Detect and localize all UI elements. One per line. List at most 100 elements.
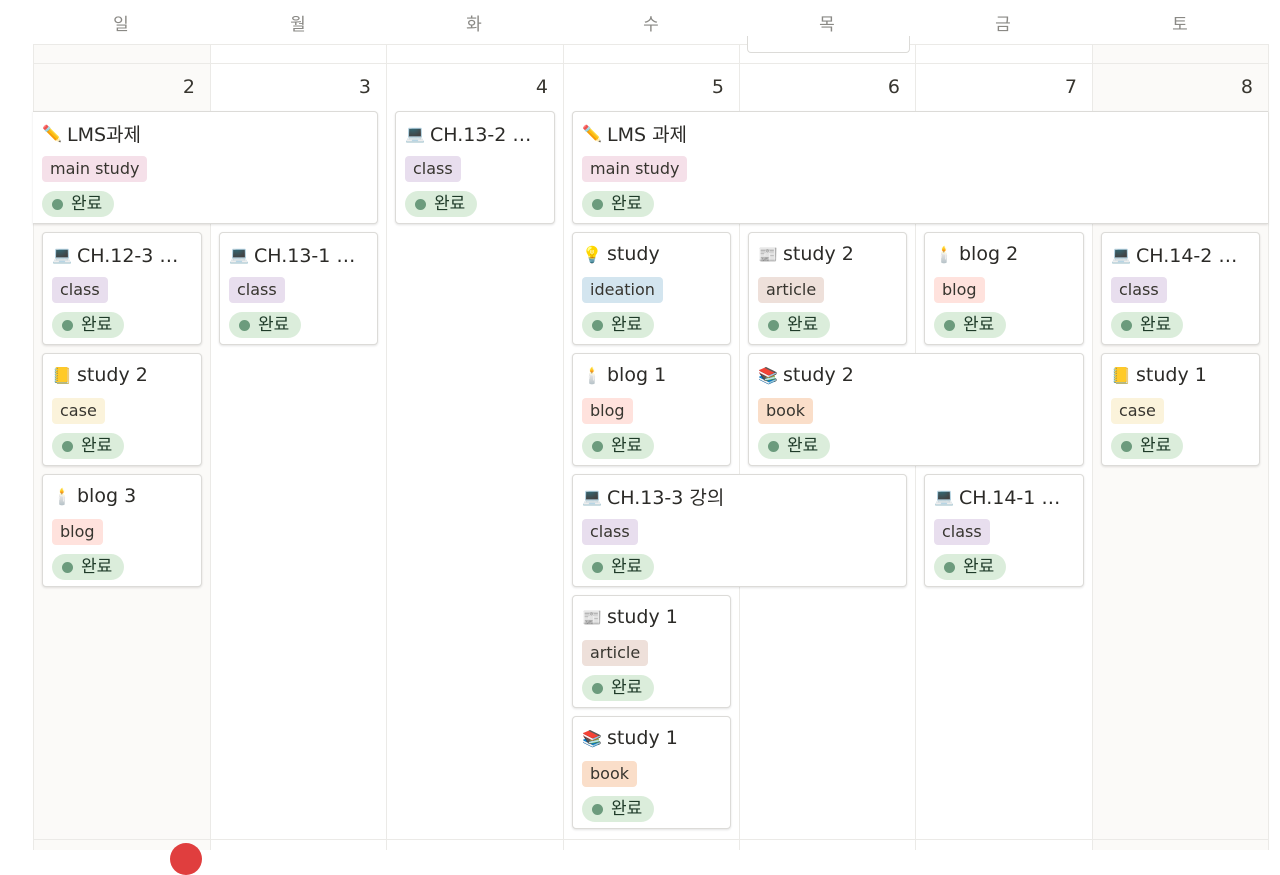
status-badge: 완료 xyxy=(582,796,655,822)
weekday-header-mon: 월 xyxy=(290,14,306,35)
event-card[interactable]: 🕯️ blog 3 blog 완료 xyxy=(42,474,202,587)
event-card[interactable]: 💻 CH.12-3 강의 class 완료 xyxy=(42,232,202,345)
event-title: LMS 과제 xyxy=(607,123,688,146)
event-card[interactable]: 📚 study 2 book 완료 xyxy=(748,353,1084,466)
newspaper-icon: 📰 xyxy=(758,244,778,264)
weekday-header-wed: 수 xyxy=(643,14,659,35)
laptop-icon: 💻 xyxy=(405,123,425,143)
status-label: 완료 xyxy=(81,436,113,456)
event-title: study 2 xyxy=(783,364,854,386)
date-number[interactable]: 8 xyxy=(1223,76,1253,98)
status-badge: 완료 xyxy=(582,675,655,701)
event-card[interactable]: 📰 study 2 article 완료 xyxy=(748,232,907,345)
date-number[interactable]: 7 xyxy=(1047,76,1077,98)
date-number[interactable]: 5 xyxy=(694,76,724,98)
category-tag: article xyxy=(758,277,825,303)
event-card[interactable]: 💡 study ideation 완료 xyxy=(572,232,731,345)
event-title-row: 💻 CH.14-2 강의 xyxy=(1111,241,1251,267)
status-label: 완료 xyxy=(71,194,103,214)
books-icon: 📚 xyxy=(758,365,778,385)
laptop-icon: 💻 xyxy=(52,244,72,264)
event-card[interactable]: 📰 study 1 article 완료 xyxy=(572,595,731,708)
event-card[interactable]: ✏️ LMS 과제 main study 완료 xyxy=(572,111,1268,224)
status-dot-icon xyxy=(592,440,603,452)
category-tag: main study xyxy=(42,156,148,182)
status-label: 완료 xyxy=(611,557,643,577)
event-card[interactable]: 🕯️ blog 2 blog 완료 xyxy=(924,232,1084,345)
event-title-row: 💻 CH.13-1 강의 xyxy=(229,241,369,267)
event-title: blog 1 xyxy=(607,364,667,386)
status-badge: 완료 xyxy=(582,433,655,459)
event-card[interactable]: ✏️ LMS과제 main study 완료 xyxy=(33,111,378,224)
status-dot-icon xyxy=(768,319,779,331)
notebook-icon: 📒 xyxy=(52,365,72,385)
weekday-header-fri: 금 xyxy=(995,14,1011,35)
event-card[interactable]: 💻 CH.13-2 강의 class 완료 xyxy=(395,111,555,224)
candle-icon: 🕯️ xyxy=(934,244,954,264)
status-label: 완료 xyxy=(81,557,113,577)
status-badge: 완료 xyxy=(52,554,125,580)
event-title-row: 📒 study 2 xyxy=(52,362,193,388)
grid-line xyxy=(563,44,564,850)
date-number[interactable]: 2 xyxy=(165,76,195,98)
candle-icon: 🕯️ xyxy=(582,365,602,385)
weekday-header-sun: 일 xyxy=(113,14,129,35)
status-badge: 완료 xyxy=(758,312,831,338)
pencil-icon: ✏️ xyxy=(582,123,602,143)
grid-line xyxy=(1268,44,1269,850)
category-tag: main study xyxy=(582,156,688,182)
category-tag: case xyxy=(52,398,105,424)
event-card[interactable]: 📒 study 1 case 완료 xyxy=(1101,353,1260,466)
status-dot-icon xyxy=(1121,440,1132,452)
event-title-row: 📚 study 2 xyxy=(758,362,1075,388)
event-title-row: 💻 CH.13-2 강의 xyxy=(405,120,546,146)
status-dot-icon xyxy=(239,319,250,331)
category-tag: blog xyxy=(934,277,985,303)
notebook-icon: 📒 xyxy=(1111,365,1131,385)
event-card[interactable]: 💻 CH.13-3 강의 class 완료 xyxy=(572,474,907,587)
event-title-row: 🕯️ blog 1 xyxy=(582,362,722,388)
event-title: study 1 xyxy=(1136,364,1207,386)
status-label: 완료 xyxy=(1140,315,1172,335)
event-title: CH.14-2 강의 xyxy=(1136,244,1251,267)
laptop-icon: 💻 xyxy=(934,486,954,506)
status-label: 완료 xyxy=(434,194,466,214)
event-title-row: ✏️ LMS 과제 xyxy=(582,120,1260,146)
event-title: CH.14-1 강의 xyxy=(959,486,1075,509)
status-dot-icon xyxy=(592,803,603,815)
today-marker xyxy=(170,843,202,875)
status-badge: 완료 xyxy=(582,312,655,338)
books-icon: 📚 xyxy=(582,728,602,748)
date-number[interactable]: 3 xyxy=(341,76,371,98)
status-badge: 완료 xyxy=(229,312,302,338)
status-dot-icon xyxy=(944,561,955,573)
category-tag: class xyxy=(405,156,461,182)
previous-week-card[interactable] xyxy=(747,36,910,53)
category-tag: class xyxy=(52,277,108,303)
category-tag: blog xyxy=(52,519,103,545)
event-card[interactable]: 💻 CH.14-1 강의 class 완료 xyxy=(924,474,1084,587)
date-number[interactable]: 4 xyxy=(518,76,548,98)
status-dot-icon xyxy=(415,198,426,210)
event-card[interactable]: 🕯️ blog 1 blog 완료 xyxy=(572,353,731,466)
event-card[interactable]: 💻 CH.14-2 강의 class 완료 xyxy=(1101,232,1260,345)
category-tag: book xyxy=(758,398,813,424)
newspaper-icon: 📰 xyxy=(582,607,602,627)
event-title-row: 📒 study 1 xyxy=(1111,362,1251,388)
weekday-header-tue: 화 xyxy=(466,14,482,35)
status-badge: 완료 xyxy=(582,554,655,580)
event-card[interactable]: 📚 study 1 book 완료 xyxy=(572,716,731,829)
status-badge: 완료 xyxy=(934,554,1007,580)
status-label: 완료 xyxy=(787,315,819,335)
category-tag: class xyxy=(582,519,638,545)
status-dot-icon xyxy=(62,440,73,452)
event-card[interactable]: 💻 CH.13-1 강의 class 완료 xyxy=(219,232,378,345)
category-tag: book xyxy=(582,761,637,787)
event-title-row: 📰 study 2 xyxy=(758,241,898,267)
event-card[interactable]: 📒 study 2 case 완료 xyxy=(42,353,202,466)
status-label: 완료 xyxy=(1140,436,1172,456)
event-title: study 1 xyxy=(607,606,678,628)
status-dot-icon xyxy=(768,440,779,452)
date-number[interactable]: 6 xyxy=(870,76,900,98)
status-label: 완료 xyxy=(611,436,643,456)
